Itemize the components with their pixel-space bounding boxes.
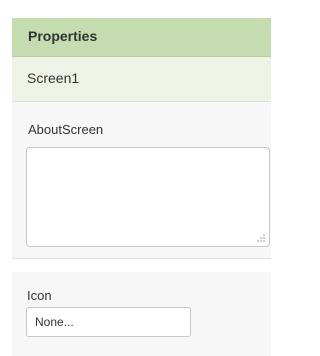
about-screen-label: AboutScreen: [28, 122, 104, 137]
icon-picker-field[interactable]: None...: [26, 307, 191, 337]
about-screen-property: AboutScreen: [12, 102, 271, 259]
top-strip: [0, 0, 271, 18]
properties-title: Properties: [28, 28, 98, 44]
icon-property: Icon None...: [12, 272, 271, 356]
properties-panel: Properties Screen1 AboutScreen Icon None…: [0, 0, 271, 356]
selected-component-row: Screen1: [12, 57, 271, 102]
resize-grip-icon[interactable]: [256, 233, 266, 243]
selected-component-name: Screen1: [27, 70, 80, 86]
about-screen-textarea[interactable]: [26, 147, 270, 247]
icon-label: Icon: [27, 288, 52, 303]
properties-header: Properties: [12, 18, 271, 57]
